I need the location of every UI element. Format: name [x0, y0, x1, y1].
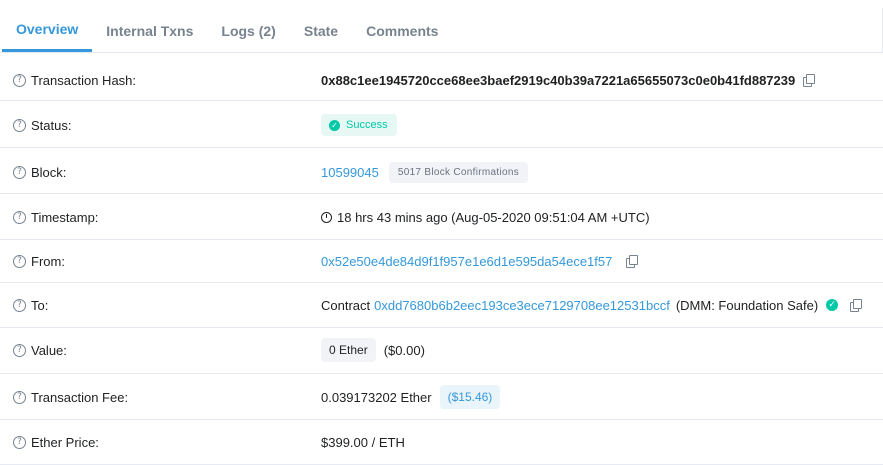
- value-value: 0 Ether ($0.00): [321, 338, 425, 362]
- row-to: ? To: Contract 0xdd7680b6b2eec193ce3ece7…: [0, 293, 883, 317]
- ether-price-text: $399.00 / ETH: [321, 434, 405, 450]
- contract-address-link[interactable]: 0xdd7680b6b2eec193ce3ece7129708ee12531bc…: [374, 298, 670, 313]
- check-circle-icon: ✓: [329, 119, 340, 131]
- row-transaction-fee: ? Transaction Fee: 0.039173202 Ether ($1…: [0, 384, 883, 410]
- tab-state[interactable]: State: [290, 2, 352, 52]
- label-transaction-hash: ? Transaction Hash:: [13, 73, 136, 88]
- value-transaction-fee: 0.039173202 Ether ($15.46): [321, 385, 501, 409]
- check-circle-icon: ✓: [826, 299, 839, 311]
- label-block: ? Block:: [13, 165, 66, 180]
- label-transaction-fee: ? Transaction Fee:: [13, 390, 128, 405]
- question-circle-icon[interactable]: ?: [13, 435, 26, 449]
- divider: [0, 100, 883, 101]
- row-from: ? From: 0x52e50e4de84d9f1f957e1e6d1e595d…: [0, 249, 883, 273]
- value-block: 10599045 5017 Block Confirmations: [321, 161, 528, 183]
- tab-internal-txns[interactable]: Internal Txns: [92, 2, 207, 52]
- row-ether-price: ? Ether Price: $399.00 / ETH: [0, 430, 883, 454]
- divider: [0, 327, 883, 328]
- label-text: Timestamp:: [31, 209, 99, 225]
- label-text: Value:: [31, 342, 67, 358]
- value-transaction-hash: 0x88c1ee1945720cce68ee3baef2919c40b39a72…: [321, 72, 816, 88]
- label-from: ? From:: [13, 254, 65, 269]
- label-text: Block:: [31, 164, 67, 180]
- status-badge: ✓ Success: [321, 114, 397, 136]
- fee-usd-badge: ($15.46): [439, 385, 501, 409]
- label-text: Transaction Hash:: [31, 72, 137, 88]
- question-circle-icon[interactable]: ?: [13, 165, 26, 179]
- value-ether-price: $399.00 / ETH: [321, 435, 405, 450]
- divider: [0, 282, 883, 283]
- status-text: Success: [346, 119, 388, 131]
- question-circle-icon[interactable]: ?: [13, 73, 26, 87]
- label-to: ? To:: [13, 298, 48, 313]
- label-status: ? Status:: [13, 118, 71, 133]
- row-value: ? Value: 0 Ether ($0.00): [0, 337, 883, 363]
- question-circle-icon[interactable]: ?: [13, 343, 26, 357]
- label-text: Status:: [31, 117, 72, 133]
- from-address-link[interactable]: 0x52e50e4de84d9f1f957e1e6d1e595da54ece1f…: [321, 254, 612, 269]
- tab-overview[interactable]: Overview: [2, 2, 93, 52]
- tab-comments[interactable]: Comments: [352, 2, 452, 52]
- clock-icon: [321, 211, 332, 223]
- label-value: ? Value:: [13, 343, 67, 358]
- contract-name: (DMM: Foundation Safe): [675, 297, 819, 313]
- copy-icon[interactable]: [850, 298, 863, 312]
- row-transaction-hash: ? Transaction Hash: 0x88c1ee1945720cce68…: [0, 69, 883, 91]
- row-status: ? Status: ✓ Success: [0, 112, 883, 138]
- label-text: Transaction Fee:: [31, 389, 129, 405]
- label-ether-price: ? Ether Price:: [13, 435, 99, 450]
- block-number-link[interactable]: 10599045: [321, 165, 379, 180]
- divider: [0, 373, 883, 374]
- question-circle-icon[interactable]: ?: [13, 390, 26, 404]
- tab-bar: Overview Internal Txns Logs (2) State Co…: [0, 0, 883, 53]
- label-timestamp: ? Timestamp:: [13, 210, 98, 225]
- divider: [0, 419, 883, 420]
- question-circle-icon[interactable]: ?: [13, 254, 26, 268]
- copy-icon[interactable]: [803, 73, 816, 87]
- tab-logs[interactable]: Logs (2): [207, 2, 289, 52]
- usd-value: ($0.00): [383, 342, 425, 358]
- value-from: 0x52e50e4de84d9f1f957e1e6d1e595da54ece1f…: [321, 254, 639, 269]
- label-text: Ether Price:: [31, 434, 99, 450]
- label-text: To:: [31, 297, 49, 313]
- fee-amount: 0.039173202 Ether: [321, 389, 432, 405]
- divider: [0, 239, 883, 240]
- question-circle-icon[interactable]: ?: [13, 210, 26, 224]
- divider: [0, 147, 883, 148]
- timestamp-text: 18 hrs 43 mins ago (Aug-05-2020 09:51:04…: [337, 209, 650, 225]
- row-block: ? Block: 10599045 5017 Block Confirmatio…: [0, 160, 883, 184]
- divider: [0, 193, 883, 194]
- contract-prefix: Contract: [321, 297, 371, 313]
- question-circle-icon[interactable]: ?: [13, 298, 26, 312]
- value-timestamp: 18 hrs 43 mins ago (Aug-05-2020 09:51:04…: [321, 210, 650, 225]
- row-timestamp: ? Timestamp: 18 hrs 43 mins ago (Aug-05-…: [0, 205, 883, 229]
- value-status: ✓ Success: [321, 114, 397, 136]
- value-to: Contract 0xdd7680b6b2eec193ce3ece7129708…: [321, 297, 863, 313]
- ether-amount-badge: 0 Ether: [321, 338, 376, 362]
- block-confirmations-badge: 5017 Block Confirmations: [388, 161, 528, 183]
- transaction-hash: 0x88c1ee1945720cce68ee3baef2919c40b39a72…: [321, 72, 796, 88]
- question-circle-icon[interactable]: ?: [13, 118, 26, 132]
- label-text: From:: [31, 253, 65, 269]
- copy-icon[interactable]: [626, 254, 639, 268]
